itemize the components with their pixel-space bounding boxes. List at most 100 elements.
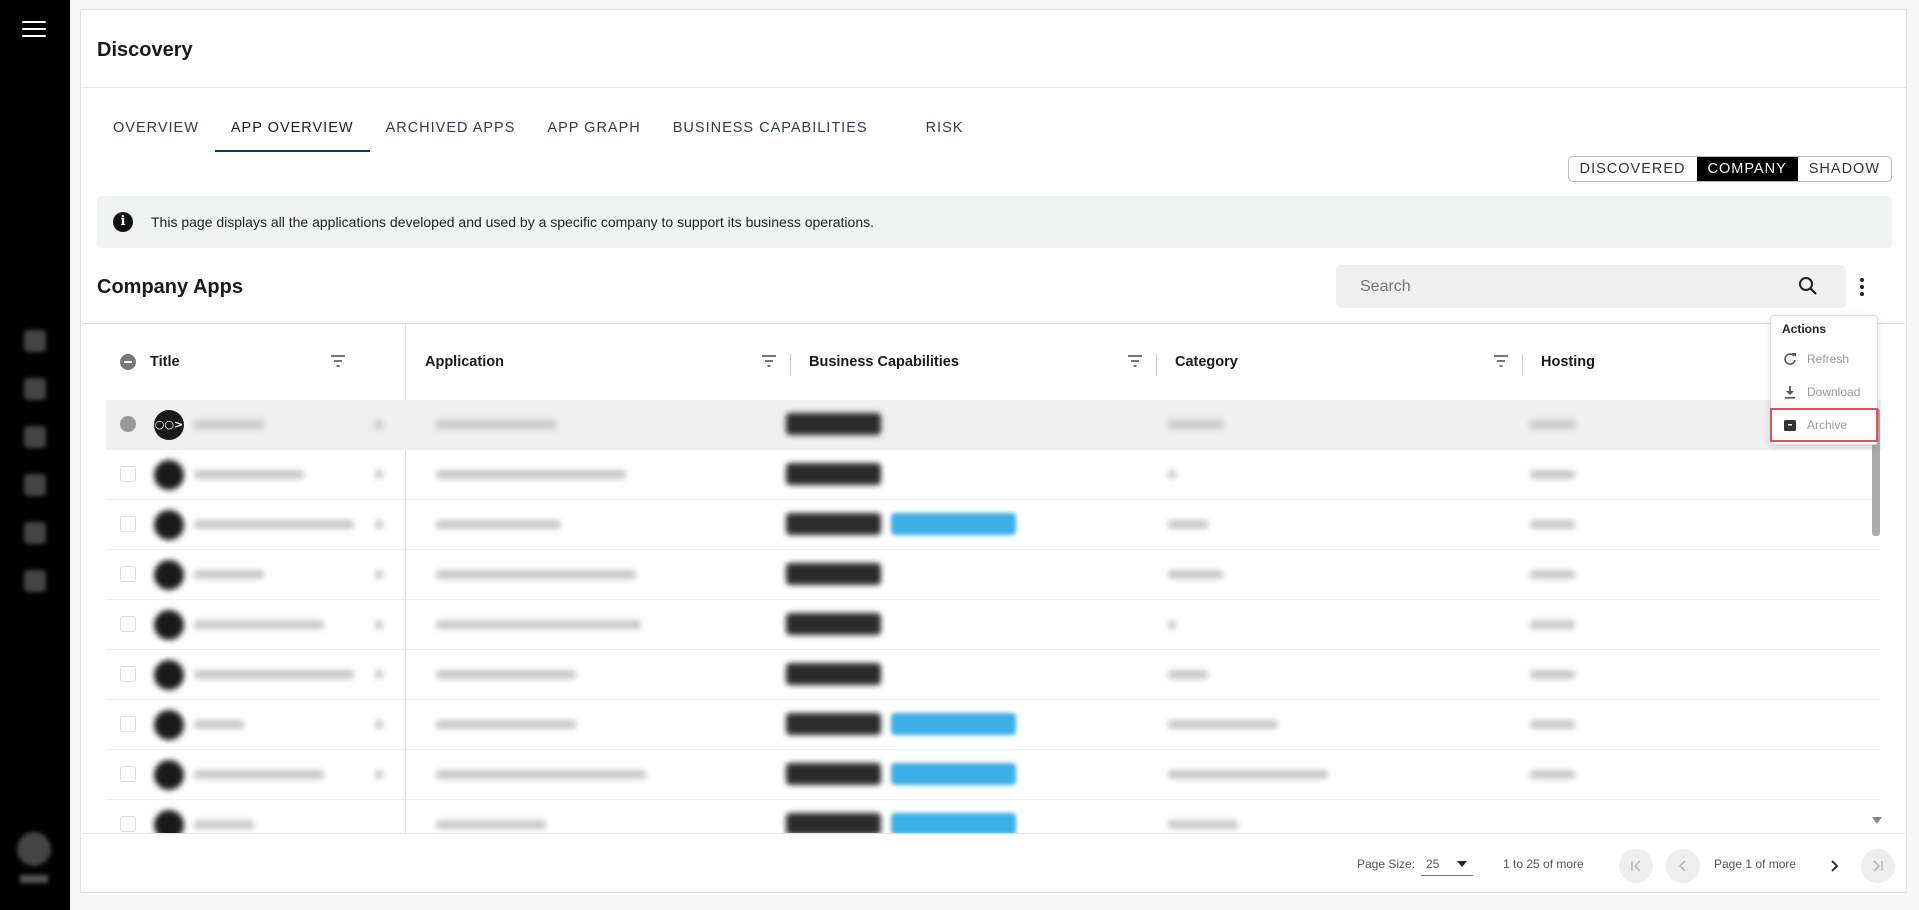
more-actions-icon[interactable] [1856,278,1868,298]
capability-pill [786,513,881,535]
blurred-title [194,720,244,729]
row-checkbox[interactable] [120,716,136,732]
archive-icon [1784,420,1796,431]
capability-pill-secondary [891,813,1016,833]
blurred-title [194,620,324,629]
blurred-hosting [1530,570,1575,579]
last-page-icon [1873,860,1883,872]
tab-business-capabilities[interactable]: BUSINESS CAPABILITIES [657,110,884,152]
header-select-all[interactable] [106,334,150,390]
toggle-discovered[interactable]: DISCOVERED [1569,157,1697,181]
row-checkbox[interactable] [120,666,136,682]
pagination-bar: Page Size: 25 1 to 25 of more Page 1 of … [82,833,1905,893]
blurred-url [436,570,636,579]
nav-icon[interactable] [24,330,46,352]
discovery-nav-icon[interactable] [24,378,46,400]
scroll-down-arrow-icon[interactable] [1872,817,1882,824]
table-row[interactable] [106,650,1881,700]
table-row[interactable] [106,750,1881,800]
tab-app-overview[interactable]: APP OVERVIEW [214,110,370,152]
row-checkbox[interactable] [120,416,136,432]
blurred-url [436,420,556,429]
blurred-url [436,470,626,479]
blurred-category [1168,570,1223,579]
hamburger-menu-icon[interactable] [22,21,46,41]
blurred-category [1168,470,1176,479]
toggle-shadow[interactable]: SHADOW [1798,157,1891,181]
tab-app-graph[interactable]: APP GRAPH [531,110,656,152]
nav-icon[interactable] [24,426,46,448]
tab-overview[interactable]: OVERVIEW [97,110,215,152]
menu-item-label: Refresh [1807,351,1850,366]
main-card: Discovery OVERVIEW APP OVERVIEW ARCHIVED… [80,9,1907,893]
page-size-select[interactable]: 25 [1421,850,1473,876]
search-input[interactable] [1336,265,1756,308]
app-logo [154,610,184,640]
blurred-url [436,770,646,779]
column-header-title[interactable]: Title [150,334,360,390]
app-logo [154,560,184,590]
toggle-company[interactable]: COMPANY [1696,157,1798,181]
download-icon [1785,385,1795,399]
column-header-category[interactable]: Category [1157,334,1523,390]
capability-pill [786,713,881,735]
select-all-checkbox[interactable] [120,354,136,370]
section-title: Company Apps [97,276,243,298]
table-row[interactable] [106,500,1881,550]
blurred-title [194,470,304,479]
row-checkbox[interactable] [120,816,136,832]
filter-icon[interactable] [330,354,346,368]
row-checkbox[interactable] [120,466,136,482]
row-checkbox[interactable] [120,766,136,782]
last-page-button[interactable] [1861,849,1895,883]
blurred-count [375,620,383,629]
first-page-button[interactable] [1619,849,1653,883]
filter-icon[interactable] [761,354,777,368]
blurred-url [436,620,641,629]
nav-icon[interactable] [24,474,46,496]
row-checkbox[interactable] [120,516,136,532]
blurred-hosting [1530,770,1575,779]
menu-item-archive[interactable]: Archive [1770,408,1878,442]
column-header-application[interactable]: Application [425,334,791,390]
table-row[interactable] [106,800,1881,833]
capability-pill-secondary [891,713,1016,735]
blurred-hosting [1530,620,1575,629]
table-header: Title Application Business Capabilities … [106,334,1881,390]
next-page-button[interactable] [1817,849,1851,883]
menu-item-refresh[interactable]: Refresh [1771,342,1877,375]
previous-page-button[interactable] [1666,849,1700,883]
settings-nav-icon[interactable] [24,570,46,592]
row-checkbox[interactable] [120,616,136,632]
tab-archived-apps[interactable]: ARCHIVED APPS [370,110,532,152]
blurred-hosting [1530,520,1575,529]
blurred-category [1168,420,1223,429]
capability-pill [786,563,881,585]
table-row[interactable] [106,450,1881,500]
table-row[interactable] [106,700,1881,750]
blurred-count [375,720,383,729]
capability-pill-secondary [891,513,1016,535]
filter-icon[interactable] [1127,354,1143,368]
avatar[interactable] [17,832,51,866]
blurred-title [194,520,354,529]
blurred-count [375,670,383,679]
avatar-label [20,875,48,883]
row-checkbox[interactable] [120,566,136,582]
app-logo [154,510,184,540]
filter-icon[interactable] [1493,354,1509,368]
table-row[interactable] [106,600,1881,650]
blurred-url [436,820,546,829]
nav-icon[interactable] [24,522,46,544]
table-row[interactable]: ○○> [106,400,1881,450]
search-box [1336,265,1846,308]
column-header-business-capabilities[interactable]: Business Capabilities [791,334,1157,390]
blurred-category [1168,670,1208,679]
app-logo [154,710,184,740]
tab-risk[interactable]: RISK [910,110,980,152]
menu-item-download[interactable]: Download [1771,375,1877,408]
table-row[interactable] [106,550,1881,600]
menu-item-label: Archive [1807,418,1848,432]
capability-pill-secondary [891,763,1016,785]
search-icon[interactable] [1798,276,1818,296]
